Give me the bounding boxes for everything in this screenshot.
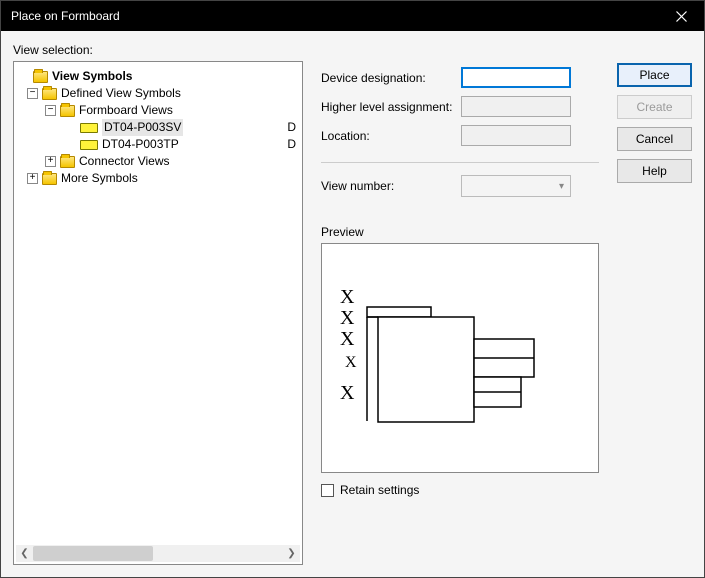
dialog-window: Place on Formboard View selection: View … — [0, 0, 705, 578]
scroll-left-icon[interactable]: ❮ — [16, 545, 33, 562]
folder-icon — [33, 71, 48, 83]
tree-defined-views[interactable]: − Defined View Symbols — [18, 85, 300, 102]
middle-column: Device designation: Higher level assignm… — [321, 43, 599, 565]
tree-item-label: More Symbols — [61, 170, 138, 187]
expand-icon[interactable]: + — [45, 156, 56, 167]
expand-icon[interactable]: + — [27, 173, 38, 184]
scroll-right-icon[interactable]: ❯ — [283, 545, 300, 562]
preview-label: Preview — [321, 225, 599, 239]
tree-item-tp[interactable]: DT04-P003TP D — [18, 136, 300, 153]
higher-level-label: Higher level assignment: — [321, 96, 461, 117]
collapse-icon[interactable]: − — [45, 105, 56, 116]
symbol-icon — [80, 140, 98, 150]
location-label: Location: — [321, 125, 461, 146]
view-number-combo[interactable]: ▾ — [461, 175, 571, 197]
view-selection-label: View selection: — [13, 43, 303, 57]
tree-item-type: D — [287, 136, 300, 153]
folder-icon — [60, 156, 75, 168]
device-designation-input[interactable] — [461, 67, 571, 88]
horizontal-scrollbar[interactable]: ❮ ❯ — [16, 545, 300, 562]
separator — [321, 162, 599, 163]
designation-form: Device designation: Higher level assignm… — [321, 59, 599, 154]
tree-item-label: DT04-P003SV — [102, 119, 183, 136]
tree[interactable]: View Symbols − Defined View Symbols − Fo… — [14, 62, 302, 193]
tree-root[interactable]: View Symbols — [18, 68, 300, 85]
tree-item-label: DT04-P003TP — [102, 136, 179, 153]
retain-settings-label: Retain settings — [340, 483, 419, 497]
scroll-track[interactable] — [33, 545, 283, 562]
create-button: Create — [617, 95, 692, 119]
chevron-down-icon: ▾ — [559, 181, 564, 192]
tree-formboard-views[interactable]: − Formboard Views — [18, 102, 300, 119]
tree-item-label: Defined View Symbols — [61, 85, 181, 102]
place-button[interactable]: Place — [617, 63, 692, 87]
left-column: View selection: View Symbols − Defined V… — [13, 43, 303, 565]
location-input[interactable] — [461, 125, 571, 146]
higher-level-input[interactable] — [461, 96, 571, 117]
close-icon — [676, 11, 687, 22]
collapse-icon[interactable]: − — [27, 88, 38, 99]
view-number-label: View number: — [321, 175, 461, 197]
window-title: Place on Formboard — [11, 9, 120, 23]
preview-drawing — [322, 244, 599, 473]
retain-settings-row[interactable]: Retain settings — [321, 483, 599, 497]
symbol-icon — [80, 123, 98, 133]
scroll-thumb[interactable] — [33, 546, 153, 561]
cancel-button[interactable]: Cancel — [617, 127, 692, 151]
right-button-column: Place Create Cancel Help — [617, 43, 692, 565]
tree-item-label: Connector Views — [79, 153, 170, 170]
tree-more-symbols[interactable]: + More Symbols — [18, 170, 300, 187]
folder-icon — [42, 88, 57, 100]
folder-icon — [60, 105, 75, 117]
tree-connector-views[interactable]: + Connector Views — [18, 153, 300, 170]
device-designation-label: Device designation: — [321, 67, 461, 88]
tree-panel: View Symbols − Defined View Symbols − Fo… — [13, 61, 303, 565]
tree-root-label: View Symbols — [52, 68, 132, 85]
titlebar: Place on Formboard — [1, 1, 704, 31]
folder-icon — [42, 173, 57, 185]
help-button[interactable]: Help — [617, 159, 692, 183]
close-button[interactable] — [659, 1, 704, 31]
retain-settings-checkbox[interactable] — [321, 484, 334, 497]
preview-group: Preview X X X X X — [321, 225, 599, 473]
preview-box: X X X X X — [321, 243, 599, 473]
tree-item-sv[interactable]: DT04-P003SV D — [18, 119, 300, 136]
dialog-content: View selection: View Symbols − Defined V… — [1, 31, 704, 577]
tree-item-type: D — [287, 119, 300, 136]
tree-item-label: Formboard Views — [79, 102, 173, 119]
